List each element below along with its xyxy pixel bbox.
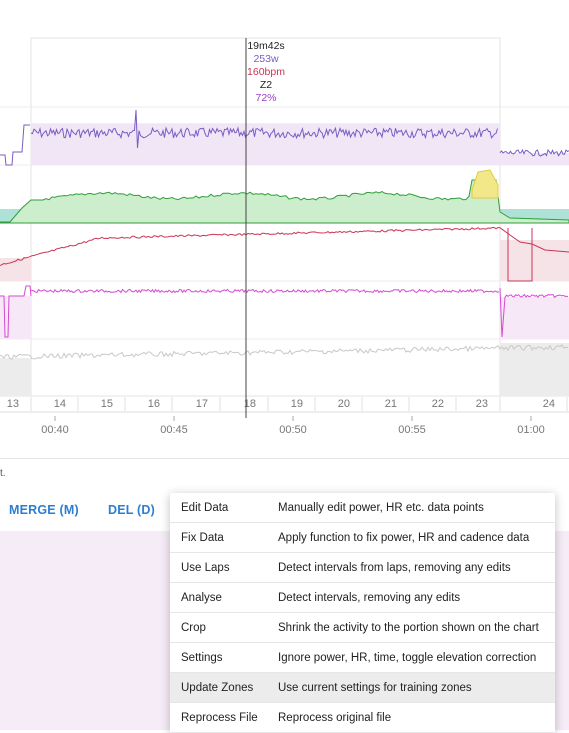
speed-area xyxy=(0,358,31,396)
speed-area xyxy=(500,343,569,396)
hr-area xyxy=(500,240,569,281)
time-tick-label: 00:50 xyxy=(279,424,307,436)
lap-tick-label: 20 xyxy=(338,398,350,410)
lap-tick-label: 21 xyxy=(385,398,397,410)
menu-item-crop[interactable]: Crop Shrink the activity to the portion s… xyxy=(170,613,555,643)
hr-line xyxy=(0,226,569,267)
lap-tick-label: 23 xyxy=(476,398,488,410)
menu-item-edit-data[interactable]: Edit Data Manually edit power, HR etc. da… xyxy=(170,493,555,523)
chart-axis-layer: 13 14 15 16 17 18 19 20 21 22 23 2400:40 00:45 00:50 0… xyxy=(0,397,569,436)
tooltip-percent: 72% xyxy=(255,92,277,104)
menu-item-description: Use current settings for training zones xyxy=(278,681,472,694)
tooltip-time: 19m42s xyxy=(247,40,285,52)
divider xyxy=(0,458,569,459)
power-line xyxy=(0,124,30,166)
menu-item-description: Reprocess original file xyxy=(278,711,392,724)
lap-tick-label: 13 xyxy=(7,398,19,410)
menu-item-label: Analyse xyxy=(181,591,222,604)
menu-item-description: Detect intervals from laps, removing any… xyxy=(278,561,511,574)
menu-item-label: Fix Data xyxy=(181,531,224,544)
menu-item-settings[interactable]: Settings Ignore power, HR, time, toggle e… xyxy=(170,643,555,673)
cadence-area xyxy=(500,297,569,339)
lap-tick-label: 17 xyxy=(196,398,208,410)
tooltip-power: 253w xyxy=(253,53,279,65)
lap-tick-label: 24 xyxy=(543,398,555,410)
menu-item-analyse[interactable]: Analyse Detect intervals, removing any ed… xyxy=(170,583,555,613)
speed-line xyxy=(0,344,569,360)
time-tick-label: 00:45 xyxy=(160,424,188,436)
time-tick-label: 00:40 xyxy=(41,424,69,436)
chart-tooltip: 19m42s 253w 160bpm Z2 72% xyxy=(226,40,306,105)
lap-tick-label: 16 xyxy=(148,398,160,410)
menu-item-description: Manually edit power, HR etc. data points xyxy=(278,501,484,514)
chart-series-layer xyxy=(0,109,569,396)
cadence-line xyxy=(30,288,500,294)
menu-item-fix-data[interactable]: Fix Data Apply function to fix power, HR … xyxy=(170,523,555,553)
time-tick-label: 00:55 xyxy=(398,424,426,436)
menu-item-label: Use Laps xyxy=(181,561,230,574)
menu-item-label: Update Zones xyxy=(181,681,254,694)
menu-item-description: Apply function to fix power, HR and cade… xyxy=(278,531,530,544)
lap-tick-label: 19 xyxy=(291,398,303,410)
menu-item-update-zones[interactable]: Update Zones Use current settings for tra… xyxy=(170,673,555,703)
menu-item-description: Detect intervals, removing any edits xyxy=(278,591,461,604)
menu-item-label: Edit Data xyxy=(181,501,229,514)
menu-item-description: Ignore power, HR, time, toggle elevation… xyxy=(278,651,537,664)
lap-tick-label: 15 xyxy=(101,398,113,410)
actions-menu: Edit Data Manually edit power, HR etc. da… xyxy=(170,493,555,733)
menu-item-reprocess-file[interactable]: Reprocess File Reprocess original file xyxy=(170,703,555,733)
menu-item-use-laps[interactable]: Use Laps Detect intervals from laps, remo… xyxy=(170,553,555,583)
delete-button[interactable]: DEL (D) xyxy=(108,503,155,517)
menu-item-label: Settings xyxy=(181,651,223,664)
menu-item-description: Shrink the activity to the portion shown… xyxy=(278,621,539,634)
lap-tick-label: 14 xyxy=(54,398,66,410)
menu-item-label: Crop xyxy=(181,621,206,634)
footer-note: t. xyxy=(0,468,6,479)
power-area xyxy=(31,123,500,165)
time-tick-label: 01:00 xyxy=(517,424,545,436)
zone-peak xyxy=(471,169,499,199)
tooltip-zone: Z2 xyxy=(259,79,273,91)
lap-tick-label: 22 xyxy=(432,398,444,410)
merge-button[interactable]: MERGE (M) xyxy=(9,503,79,517)
menu-item-label: Reprocess File xyxy=(181,711,258,724)
tooltip-heart-rate: 160bpm xyxy=(247,66,285,78)
